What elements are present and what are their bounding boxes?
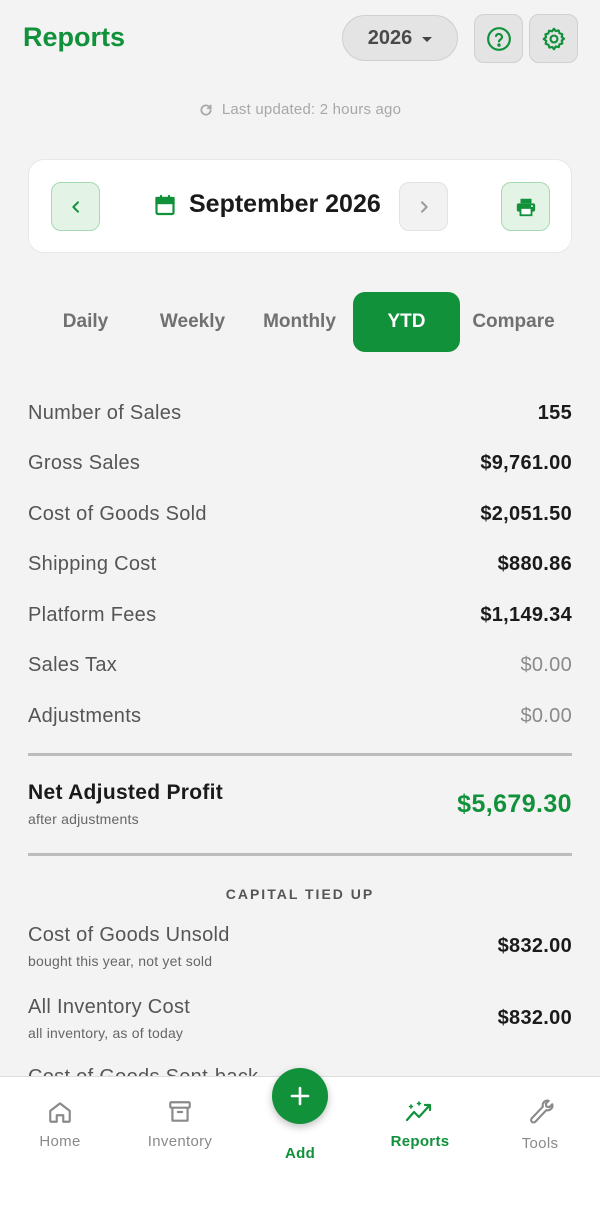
row-label: Adjustments [28,705,142,727]
row-sublabel: all inventory, as of today [28,1025,184,1041]
chevron-left-icon [71,200,79,213]
printer-icon [516,198,535,216]
capital-section-title: CAPITAL TIED UP [225,886,375,902]
net-profit-value: $5,679.30 [457,789,572,818]
nav-home[interactable]: Home [0,1099,120,1150]
row-label: All Inventory Cost [28,996,191,1018]
page-title: Reports [23,22,126,52]
gear-icon [542,27,565,50]
nav-label: Tools [521,1135,559,1152]
row-label: Number of Sales [28,402,182,424]
net-profit-sublabel: after adjustments [28,811,139,827]
row-value: $0.00 [520,705,572,727]
bottom-navigation: Home Inventory Add Reports Tools [0,1068,600,1219]
row-value: $1,149.34 [480,604,572,626]
year-value: 2026 [367,26,413,49]
nav-label: Home [39,1133,81,1150]
summary-row-cogs: Cost of Goods Sold $2,051.50 [28,503,572,526]
caret-down-icon [422,36,433,42]
row-label: Cost of Goods Sold [28,503,207,525]
tab-monthly[interactable]: Monthly [246,292,353,352]
tab-weekly[interactable]: Weekly [139,292,246,352]
row-label: Platform Fees [28,604,157,626]
tab-daily[interactable]: Daily [32,292,139,352]
row-value: $0.00 [520,654,572,676]
nav-inventory[interactable]: Inventory [120,1099,240,1150]
add-button[interactable] [272,1068,328,1124]
chevron-right-icon [420,200,428,213]
print-button[interactable] [501,182,550,231]
last-updated: Last updated: 2 hours ago [0,101,600,118]
previous-month-button[interactable] [51,182,100,231]
home-icon [49,1102,71,1123]
row-label: Shipping Cost [28,553,157,575]
divider [28,853,572,856]
summary-row-shipping-cost: Shipping Cost $880.86 [28,553,572,576]
year-select[interactable]: 2026 [342,15,458,61]
divider [28,753,572,756]
plus-icon [290,1086,310,1106]
archive-icon [169,1101,191,1122]
capital-row-inventory-cost: All Inventory Cost all inventory, as of … [28,996,572,1041]
row-value: $880.86 [497,553,572,575]
help-button[interactable] [474,14,523,63]
row-value: $832.00 [497,1007,572,1029]
current-month: September 2026 [189,190,381,218]
row-label: Sales Tax [28,654,118,676]
last-updated-text: Last updated: 2 hours ago [221,101,402,118]
summary-row-adjustments: Adjustments $0.00 [28,705,572,728]
row-label: Cost of Goods Unsold [28,924,230,946]
settings-button[interactable] [529,14,578,63]
net-profit-row: Net Adjusted Profit after adjustments $5… [28,781,572,827]
month-navigator: September 2026 [28,159,572,253]
nav-label: Reports [390,1133,450,1150]
row-label: Gross Sales [28,452,141,474]
app-header: Reports 2026 [0,0,600,80]
capital-row-cost-unsold: Cost of Goods Unsold bought this year, n… [28,924,572,969]
row-value: $2,051.50 [480,503,572,525]
summary-row-gross-sales: Gross Sales $9,761.00 [28,452,572,475]
nav-reports[interactable]: Reports [360,1099,480,1150]
tab-ytd[interactable]: YTD [353,292,460,352]
wrench-icon [530,1099,554,1124]
calendar-icon [155,194,175,215]
row-value: $9,761.00 [480,452,572,474]
summary-row-number-of-sales: Number of Sales 155 [28,402,572,425]
nav-tools[interactable]: Tools [480,1099,600,1152]
month-label: September 2026 [153,190,381,219]
net-profit-label: Net Adjusted Profit [28,781,224,804]
help-circle-icon [486,26,511,51]
row-sublabel: bought this year, not yet sold [28,953,213,969]
refresh-icon [200,103,212,116]
summary-row-sales-tax: Sales Tax $0.00 [28,654,572,677]
row-value: 155 [537,402,572,424]
add-label[interactable]: Add [240,1145,360,1162]
nav-label: Inventory [147,1133,213,1150]
next-month-button[interactable] [399,182,448,231]
row-value: $832.00 [497,935,572,957]
tab-compare[interactable]: Compare [460,292,567,352]
trend-chart-icon [405,1101,432,1122]
summary-row-platform-fees: Platform Fees $1,149.34 [28,604,572,627]
